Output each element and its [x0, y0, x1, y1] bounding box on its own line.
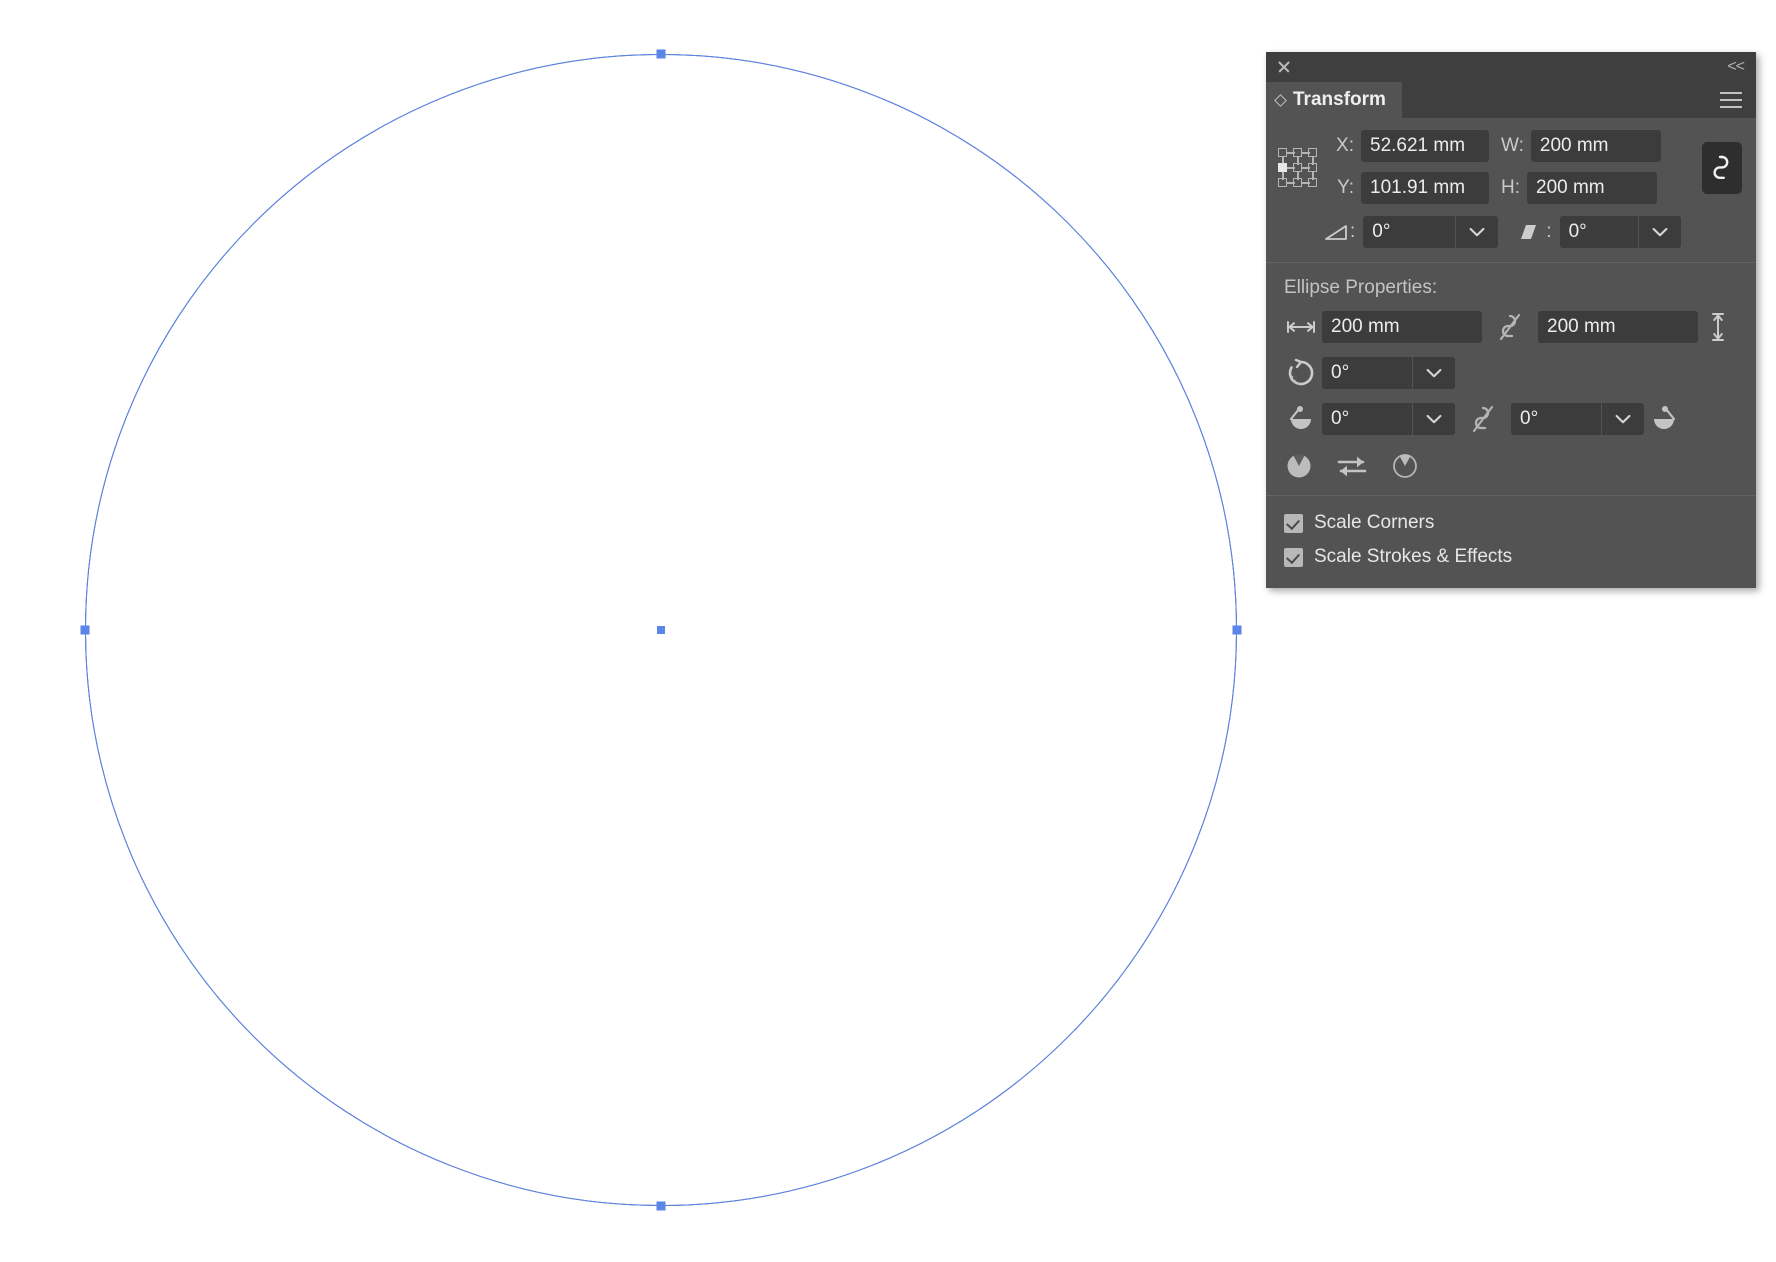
tab-bar-filler [1402, 82, 1714, 118]
checkbox-checked-icon[interactable] [1284, 514, 1303, 533]
pie-start-angle-input[interactable] [1322, 403, 1412, 435]
x-input[interactable] [1361, 130, 1489, 162]
scale-strokes-effects-label: Scale Strokes & Effects [1314, 546, 1512, 568]
tab-transform[interactable]: Transform [1266, 82, 1402, 118]
horizontal-diameter-icon [1284, 319, 1318, 335]
refpoint-middle-left[interactable] [1278, 163, 1287, 172]
refpoint-bottom-left[interactable] [1278, 178, 1287, 187]
chevron-down-icon[interactable] [1638, 216, 1681, 248]
y-label: Y: [1324, 177, 1354, 199]
panel-body: X: W: Y: H: [1266, 118, 1756, 588]
close-icon[interactable] [1276, 59, 1292, 75]
refpoint-middle-right[interactable] [1308, 163, 1317, 172]
scale-strokes-effects-checkbox[interactable]: Scale Strokes & Effects [1266, 540, 1756, 574]
shear-angle-input[interactable] [1560, 216, 1638, 248]
shear-angle-combo[interactable] [1560, 216, 1681, 248]
panel-title-bar: << [1266, 52, 1756, 82]
rotate-angle-input[interactable] [1363, 216, 1455, 248]
pie-end-angle-icon [1644, 405, 1684, 433]
pie-actions-group [1266, 451, 1756, 481]
scale-corners-checkbox[interactable]: Scale Corners [1266, 506, 1756, 540]
pie-rotation-icon [1284, 358, 1318, 388]
chain-link-icon [1712, 153, 1732, 183]
pie-rotation-group [1266, 357, 1756, 389]
rotate-angle-icon [1322, 223, 1350, 241]
pie-start-angle-combo[interactable] [1322, 403, 1455, 435]
panel-tab-bar: Transform [1266, 82, 1756, 118]
refpoint-middle-center[interactable] [1293, 163, 1302, 172]
w-input[interactable] [1531, 130, 1661, 162]
pie-end-angle-input[interactable] [1511, 403, 1601, 435]
shear-angle-icon [1512, 222, 1546, 242]
ellipse-height-input[interactable] [1538, 311, 1698, 343]
shear-label: : [1546, 221, 1551, 243]
ellipse-properties-title: Ellipse Properties: [1266, 263, 1756, 311]
refpoint-bottom-right[interactable] [1308, 178, 1317, 187]
selection-anchor-left[interactable] [81, 626, 90, 635]
refpoint-top-center[interactable] [1293, 148, 1302, 157]
refpoint-top-left[interactable] [1278, 148, 1287, 157]
chevron-down-icon[interactable] [1601, 403, 1644, 435]
pie-filled-icon[interactable] [1284, 451, 1314, 481]
chevron-down-icon[interactable] [1455, 216, 1498, 248]
rotate-angle-combo[interactable] [1363, 216, 1498, 248]
selection-anchor-right[interactable] [1233, 626, 1242, 635]
selection-anchor-top[interactable] [657, 50, 666, 59]
selection-anchor-center[interactable] [657, 626, 665, 634]
pie-angles-group [1266, 403, 1756, 435]
transform-panel: << Transform [1266, 52, 1756, 588]
pie-start-angle-icon [1284, 405, 1318, 433]
tab-diamond-icon [1274, 94, 1287, 107]
chevron-down-icon[interactable] [1412, 357, 1455, 389]
pie-end-angle-combo[interactable] [1511, 403, 1644, 435]
rotate-label: : [1350, 221, 1355, 243]
h-label: H: [1501, 177, 1520, 199]
tab-transform-label: Transform [1293, 89, 1386, 111]
scale-corners-label: Scale Corners [1314, 512, 1434, 534]
scale-options-group: Scale Corners Scale Strokes & Effects [1266, 496, 1756, 588]
x-label: X: [1324, 135, 1354, 157]
rotate-shear-group: : : [1266, 216, 1756, 248]
swap-pie-angles-icon[interactable] [1336, 453, 1368, 479]
hamburger-menu-icon[interactable] [1714, 82, 1756, 118]
ellipse-size-group [1266, 311, 1756, 343]
w-label: W: [1501, 135, 1524, 157]
pie-rotation-input[interactable] [1322, 357, 1412, 389]
collapse-panel-icon[interactable]: << [1727, 59, 1744, 75]
reference-point-grid[interactable] [1278, 148, 1318, 188]
y-input[interactable] [1361, 172, 1489, 204]
h-input[interactable] [1527, 172, 1657, 204]
pie-outlined-icon[interactable] [1390, 451, 1420, 481]
checkbox-checked-icon[interactable] [1284, 548, 1303, 567]
link-broken-icon[interactable] [1461, 403, 1505, 435]
refpoint-top-right[interactable] [1308, 148, 1317, 157]
refpoint-bottom-center[interactable] [1293, 178, 1302, 187]
link-broken-icon[interactable] [1488, 311, 1532, 343]
constrain-proportions-toggle[interactable] [1702, 142, 1742, 194]
pie-rotation-combo[interactable] [1322, 357, 1455, 389]
position-size-group: X: W: Y: H: [1266, 130, 1756, 204]
ellipse-width-input[interactable] [1322, 311, 1482, 343]
vertical-diameter-icon [1698, 312, 1738, 342]
chevron-down-icon[interactable] [1412, 403, 1455, 435]
selection-anchor-bottom[interactable] [657, 1202, 666, 1211]
